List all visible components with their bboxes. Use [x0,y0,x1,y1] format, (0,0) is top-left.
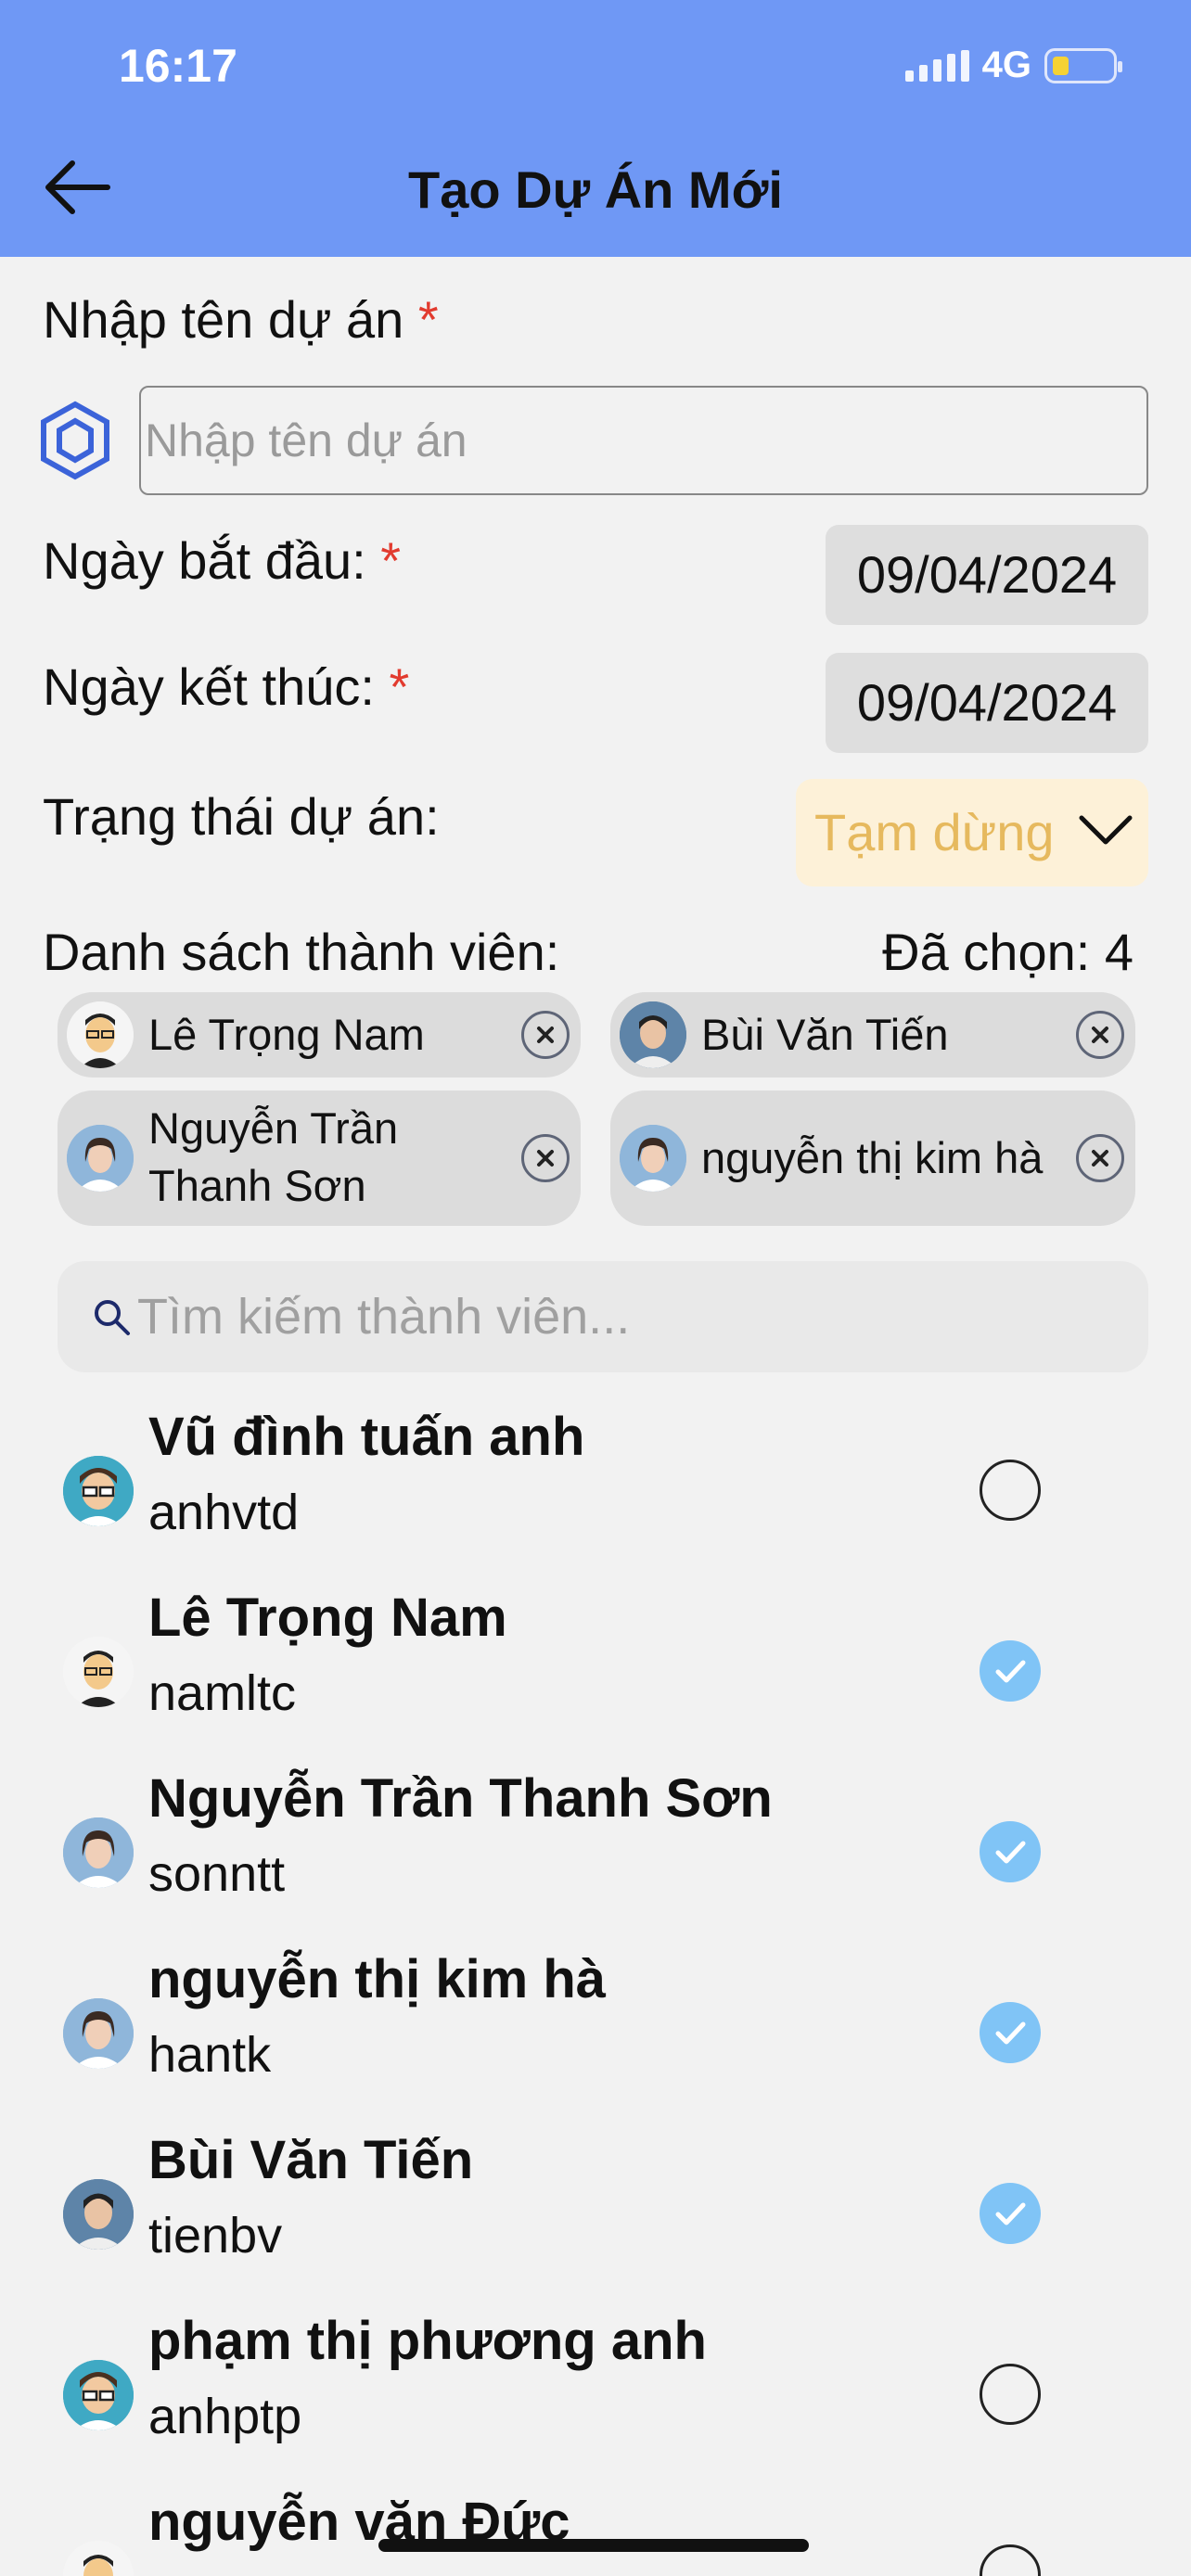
member-row[interactable]: nguyễn thị kim hà hantk [0,1943,1191,2119]
selected-count: Đã chọn: 4 [882,923,1133,981]
remove-chip-button[interactable] [1076,1011,1124,1059]
member-checkbox[interactable] [980,1821,1041,1882]
status-indicators: 4G [904,45,1122,86]
selected-member-chip: Lê Trọng Nam [58,992,581,1078]
member-search-input[interactable] [137,1282,1121,1352]
member-row[interactable]: Bùi Văn Tiến tienbv [0,2123,1191,2300]
cartoon-avatar-icon [63,2360,134,2430]
member-username: namltc [148,1665,297,1721]
end-date-label-text: Ngày kết thúc: [43,657,375,716]
member-checkbox[interactable] [980,2544,1041,2576]
project-name-label-text: Nhập tên dự án [43,290,404,349]
cartoon-avatar-icon [67,1001,134,1068]
member-row[interactable]: Vũ đình tuấn anh anhvtd [0,1400,1191,1576]
photo-avatar-icon [63,2179,134,2250]
cartoon-avatar-icon [63,1637,134,1707]
photo-avatar-icon [620,1125,686,1192]
start-date-label-text: Ngày bắt đầu: [43,531,366,590]
start-date-picker[interactable]: 09/04/2024 [826,525,1148,625]
selected-member-chip: Bùi Văn Tiến [610,992,1135,1078]
remove-chip-button[interactable] [521,1134,570,1182]
member-name: Bùi Văn Tiến [148,2130,474,2190]
signal-icon [904,49,969,82]
checkmark-icon [995,1660,1026,1683]
required-mark: * [417,290,439,349]
chip-name: Nguyễn Trần Thanh Sơn [148,1103,399,1210]
close-icon [1092,1027,1108,1043]
battery-icon [1044,47,1122,83]
member-row[interactable]: phạm thị phương anh anhptp [0,2304,1191,2480]
selected-member-chip: Nguyễn Trần Thanh Sơn [58,1090,581,1226]
member-name: phạm thị phương anh [148,2311,707,2371]
chip-name: nguyễn thị kim hà [701,1133,1044,1182]
cartoon-avatar-icon [63,1456,134,1526]
member-username: anhvtd [148,1485,300,1540]
project-logo-icon [41,401,109,480]
cartoon-avatar-icon [63,2541,134,2576]
member-username: hantk [148,2027,272,2083]
chevron-down-icon [1079,815,1133,845]
close-icon [1092,1150,1108,1167]
end-date-label: Ngày kết thúc: * [43,657,409,717]
status-dropdown[interactable]: Tạm dừng [796,779,1148,886]
member-checkbox[interactable] [980,1640,1041,1702]
home-indicator [378,2539,809,2552]
required-mark: * [380,531,402,590]
member-name: Nguyễn Trần Thanh Sơn [148,1768,773,1829]
member-username: tienbv [148,2208,283,2264]
photo-avatar-icon [67,1125,134,1192]
checkmark-icon [995,1841,1026,1864]
member-row[interactable]: nguyễn văn Đức [0,2485,1191,2576]
member-name: Lê Trọng Nam [148,1588,507,1648]
project-name-label: Nhập tên dự án * [43,289,439,350]
remove-chip-button[interactable] [521,1011,570,1059]
status-label: Trạng thái dự án: [43,787,440,846]
checkmark-icon [995,2202,1026,2225]
remove-chip-button[interactable] [1076,1134,1124,1182]
member-name: Vũ đình tuấn anh [148,1407,585,1467]
app-header: 16:17 4G Tạo Dự Án Mới [0,0,1191,257]
member-row[interactable]: Nguyễn Trần Thanh Sơn sonntt [0,1762,1191,1938]
member-username: anhptp [148,2389,302,2444]
status-time: 16:17 [119,40,237,92]
status-value: Tạm dừng [814,803,1055,861]
photo-avatar-icon [620,1001,686,1068]
start-date-label: Ngày bắt đầu: * [43,530,401,591]
photo-avatar-icon [63,1817,134,1888]
member-row[interactable]: Lê Trọng Nam namltc [0,1581,1191,1757]
required-mark: * [389,657,410,716]
members-label: Danh sách thành viên: [43,923,560,981]
page-title: Tạo Dự Án Mới [408,160,783,219]
selected-member-chip: nguyễn thị kim hà [610,1090,1135,1226]
member-username: sonntt [148,1846,286,1902]
close-icon [537,1150,554,1167]
member-checkbox[interactable] [980,2002,1041,2063]
close-icon [537,1027,554,1043]
checkmark-icon [995,2021,1026,2045]
photo-avatar-icon [63,1998,134,2069]
search-icon [95,1300,130,1335]
network-label: 4G [981,45,1031,85]
member-search-bar [58,1261,1148,1372]
member-checkbox[interactable] [980,2183,1041,2244]
member-checkbox[interactable] [980,2364,1041,2425]
member-checkbox[interactable] [980,1460,1041,1521]
chip-name: Lê Trọng Nam [148,1010,425,1059]
member-name: nguyễn thị kim hà [148,1949,607,2009]
chip-name: Bùi Văn Tiến [701,1010,949,1059]
end-date-picker[interactable]: 09/04/2024 [826,653,1148,753]
project-name-input[interactable] [139,386,1148,495]
